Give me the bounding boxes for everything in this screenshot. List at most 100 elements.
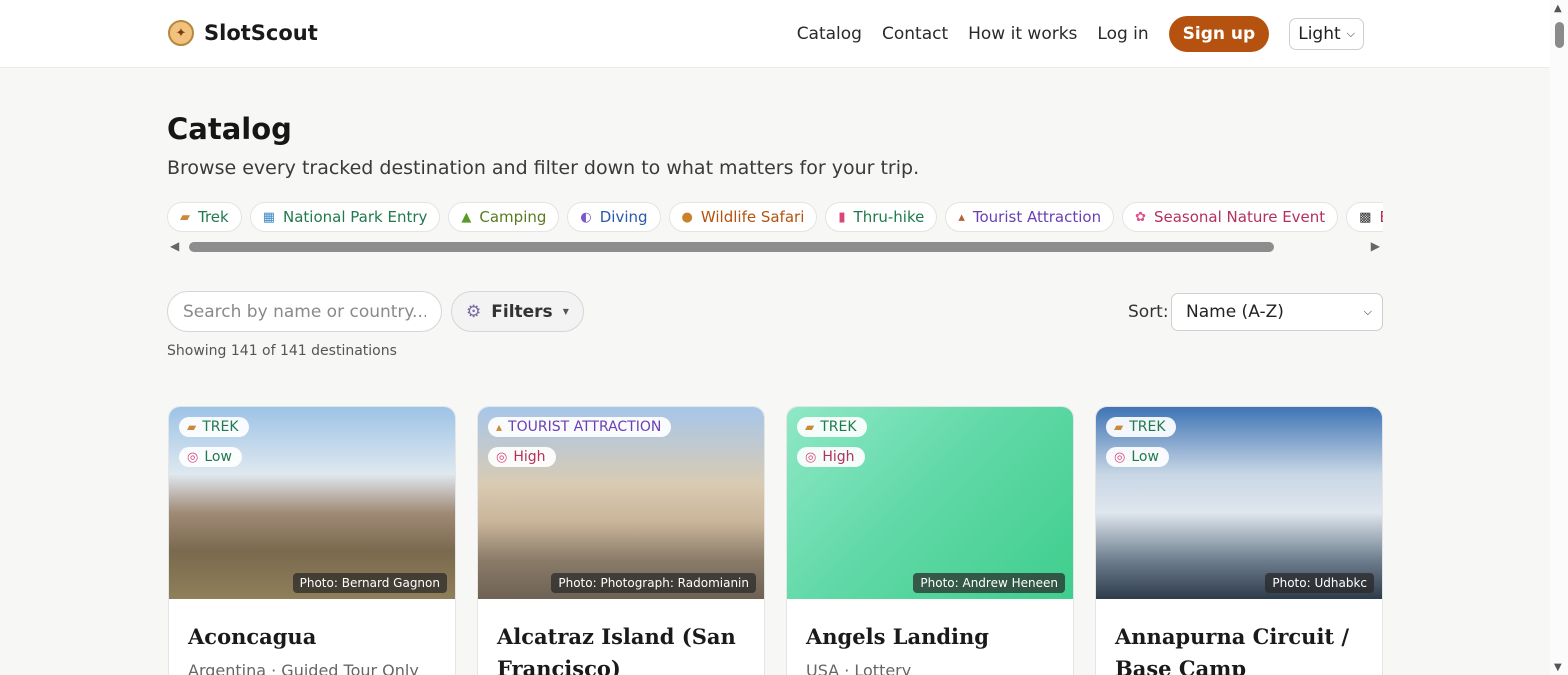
- compass-icon: ✦: [168, 20, 194, 46]
- type-badge: ▴ TOURIST ATTRACTION: [488, 417, 672, 437]
- chip-camping[interactable]: ▲ Camping: [448, 202, 560, 232]
- photo-credit: Photo: Bernard Gagnon: [292, 573, 447, 593]
- scroll-down-icon[interactable]: ▼: [1554, 662, 1562, 673]
- card-photo: ▴ TOURIST ATTRACTION ◎ High Photo: Photo…: [478, 407, 764, 599]
- park-icon: ▦: [262, 209, 276, 225]
- nav-how-it-works[interactable]: How it works: [968, 24, 1077, 44]
- chip-label: Trek: [198, 208, 229, 226]
- backpack-icon: ▮: [838, 209, 846, 225]
- page-scrollbar[interactable]: ▲ ▼: [1550, 0, 1568, 675]
- caret-down-icon: ▼: [562, 307, 569, 316]
- filters-label: Filters: [491, 301, 553, 322]
- destination-card[interactable]: ▰ TREK ◎ Low Photo: Udhabkc Annapurna Ci…: [1095, 406, 1383, 675]
- destination-grid: ▰ TREK ◎ Low Photo: Bernard Gagnon Aconc…: [168, 406, 1383, 675]
- type-badge: ▰ TREK: [797, 417, 867, 437]
- gear-icon: ⚙: [466, 301, 482, 322]
- page-title: Catalog: [167, 112, 292, 146]
- target-icon: ◎: [805, 449, 817, 465]
- chip-tourist-attraction[interactable]: ▴ Tourist Attraction: [945, 202, 1115, 232]
- type-badge: ▰ TREK: [179, 417, 249, 437]
- destination-card[interactable]: ▰ TREK ◎ Low Photo: Bernard Gagnon Aconc…: [168, 406, 456, 675]
- chip-national-park-entry[interactable]: ▦ National Park Entry: [249, 202, 441, 232]
- card-meta: USA · Lottery: [806, 661, 912, 675]
- chip-endu[interactable]: ▩ Endu: [1346, 202, 1383, 232]
- chip-label: National Park Entry: [283, 208, 428, 226]
- signup-button[interactable]: Sign up: [1168, 16, 1270, 52]
- photo-credit: Photo: Udhabkc: [1265, 573, 1374, 593]
- theme-select[interactable]: Light ⌵: [1289, 18, 1364, 50]
- difficulty-label: High: [513, 449, 546, 465]
- brand[interactable]: ✦ SlotScout: [168, 20, 318, 46]
- card-title[interactable]: Alcatraz Island (San Francisco): [497, 621, 749, 675]
- scroll-left-icon[interactable]: ◀: [170, 239, 179, 253]
- flag-icon: ▩: [1359, 209, 1372, 225]
- nav-login[interactable]: Log in: [1097, 24, 1148, 44]
- search-input[interactable]: [167, 291, 442, 332]
- photo-credit: Photo: Andrew Heneen: [913, 573, 1065, 593]
- scroll-right-icon[interactable]: ▶: [1371, 239, 1380, 253]
- card-title[interactable]: Annapurna Circuit / Base Camp: [1115, 621, 1367, 675]
- card-title[interactable]: Aconcagua: [188, 621, 440, 653]
- blossom-icon: ✿: [1135, 209, 1146, 225]
- type-label: TREK: [820, 419, 857, 435]
- chip-label: Diving: [599, 208, 648, 226]
- chip-label: Seasonal Nature Event: [1153, 208, 1326, 226]
- chips-scrollbar[interactable]: ◀ ▶: [167, 239, 1383, 255]
- type-label: TOURIST ATTRACTION: [508, 419, 662, 435]
- boot-icon: ▴: [496, 420, 503, 434]
- tent-icon: ▲: [461, 209, 472, 225]
- difficulty-badge: ◎ High: [488, 447, 556, 467]
- category-chips: ▰ Trek ▦ National Park Entry ▲ Camping ◐ Diving…: [167, 202, 1383, 234]
- chevron-down-icon: ⌵: [1346, 27, 1355, 40]
- chip-thru-hike[interactable]: ▮ Thru-hike: [825, 202, 938, 232]
- lion-icon: ●: [681, 209, 693, 225]
- scroll-thumb[interactable]: [1555, 22, 1564, 48]
- photo-credit: Photo: Photograph: Radomianin: [551, 573, 756, 593]
- chips-scroll-thumb[interactable]: [189, 242, 1274, 252]
- destination-card[interactable]: ▴ TOURIST ATTRACTION ◎ High Photo: Photo…: [477, 406, 765, 675]
- brand-name: SlotScout: [204, 21, 318, 45]
- card-photo: ▰ TREK ◎ High Photo: Andrew Heneen: [787, 407, 1073, 599]
- theme-value: Light: [1298, 24, 1341, 44]
- nav-contact[interactable]: Contact: [882, 24, 948, 44]
- type-label: TREK: [202, 419, 239, 435]
- target-icon: ◎: [1114, 449, 1126, 465]
- tower-icon: ▴: [958, 209, 965, 225]
- mask-icon: ◐: [580, 209, 592, 225]
- card-photo: ▰ TREK ◎ Low Photo: Bernard Gagnon: [169, 407, 455, 599]
- results-count: Showing 141 of 141 destinations: [167, 343, 397, 359]
- sort-label: Sort:: [1128, 302, 1169, 322]
- sort-select[interactable]: Name (A-Z) ⌵: [1171, 293, 1383, 331]
- target-icon: ◎: [496, 449, 508, 465]
- card-title[interactable]: Angels Landing: [806, 621, 1058, 653]
- type-label: TREK: [1129, 419, 1166, 435]
- chip-label: Thru-hike: [853, 208, 925, 226]
- type-badge: ▰ TREK: [1106, 417, 1176, 437]
- sort-value: Name (A-Z): [1186, 302, 1284, 322]
- nav-catalog[interactable]: Catalog: [797, 24, 862, 44]
- destination-card[interactable]: ▰ TREK ◎ High Photo: Andrew Heneen Angel…: [786, 406, 1074, 675]
- chevron-down-icon: ⌵: [1363, 305, 1372, 318]
- difficulty-badge: ◎ Low: [1106, 447, 1169, 467]
- filters-button[interactable]: ⚙ Filters ▼: [451, 291, 584, 332]
- chip-label: Camping: [479, 208, 547, 226]
- chip-label: Endu: [1379, 208, 1383, 226]
- chip-trek[interactable]: ▰ Trek: [167, 202, 242, 232]
- scroll-up-icon[interactable]: ▲: [1554, 3, 1562, 14]
- card-photo: ▰ TREK ◎ Low Photo: Udhabkc: [1096, 407, 1382, 599]
- top-header: ✦ SlotScout Catalog Contact How it works…: [0, 0, 1550, 68]
- page-subtitle: Browse every tracked destination and fil…: [167, 157, 920, 179]
- difficulty-label: Low: [1131, 449, 1159, 465]
- chip-diving[interactable]: ◐ Diving: [567, 202, 661, 232]
- chip-label: Wildlife Safari: [700, 208, 805, 226]
- boot-icon: ▰: [180, 209, 190, 225]
- chip-seasonal-nature-event[interactable]: ✿ Seasonal Nature Event: [1122, 202, 1339, 232]
- main-nav: Catalog Contact How it works Log in Sign…: [797, 16, 1364, 52]
- card-meta: Argentina · Guided Tour Only: [188, 661, 419, 675]
- boot-icon: ▰: [805, 420, 815, 434]
- difficulty-badge: ◎ Low: [179, 447, 242, 467]
- chip-wildlife-safari[interactable]: ● Wildlife Safari: [668, 202, 818, 232]
- difficulty-badge: ◎ High: [797, 447, 865, 467]
- chip-label: Tourist Attraction: [972, 208, 1102, 226]
- difficulty-label: High: [822, 449, 855, 465]
